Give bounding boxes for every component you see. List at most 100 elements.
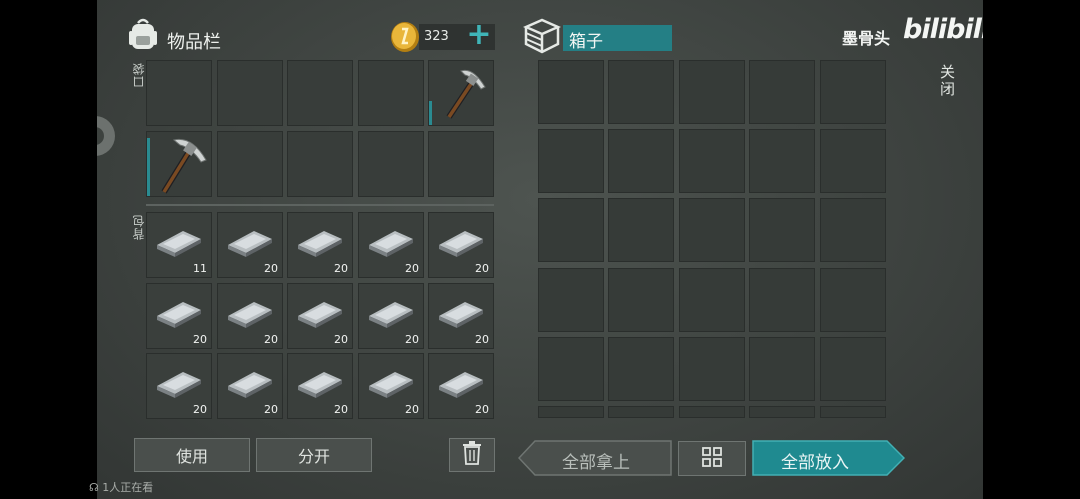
box-slot-27[interactable]: [608, 406, 674, 418]
item-count: 11: [193, 262, 207, 275]
coin-icon: [390, 21, 420, 53]
backpack-slot-14[interactable]: 20: [358, 353, 424, 419]
viewer-count-text: 1人正在看: [102, 481, 154, 494]
box-slot-10[interactable]: [820, 129, 886, 193]
iron-ingot-icon: [294, 223, 346, 267]
box-title-field[interactable]: 箱子: [563, 25, 672, 52]
box-title: 箱子: [569, 32, 603, 52]
pocket-slot-1[interactable]: [146, 60, 212, 126]
durability-bar: [147, 138, 150, 196]
box-slot-17[interactable]: [608, 268, 674, 332]
take-all-label: 全部拿上: [562, 453, 630, 473]
backpack-slot-2[interactable]: 20: [217, 212, 283, 278]
pocket-slot-10[interactable]: [428, 131, 494, 197]
viewer-count: ☊ 1人正在看: [89, 479, 153, 495]
iron-ingot-icon: [435, 364, 487, 408]
pocket-slot-6[interactable]: [146, 131, 212, 197]
box-slot-25[interactable]: [820, 337, 886, 401]
box-slot-14[interactable]: [749, 198, 815, 262]
backpack-slot-1[interactable]: 11: [146, 212, 212, 278]
box-slot-26[interactable]: [538, 406, 604, 418]
pocket-slot-7[interactable]: [217, 131, 283, 197]
box-slot-21[interactable]: [538, 337, 604, 401]
box-slot-30[interactable]: [820, 406, 886, 418]
backpack-slot-13[interactable]: 20: [287, 353, 353, 419]
box-slot-12[interactable]: [608, 198, 674, 262]
backpack-icon: [128, 17, 158, 51]
iron-ingot-icon: [294, 294, 346, 338]
backpack-slot-7[interactable]: 20: [217, 283, 283, 349]
pocket-slot-8[interactable]: [287, 131, 353, 197]
box-slot-4[interactable]: [749, 60, 815, 124]
box-slot-23[interactable]: [679, 337, 745, 401]
iron-ingot-icon: [365, 223, 417, 267]
backpack-slot-4[interactable]: 20: [358, 212, 424, 278]
box-slot-18[interactable]: [679, 268, 745, 332]
iron-ingot-icon: [365, 364, 417, 408]
box-slot-9[interactable]: [749, 129, 815, 193]
durability-bar: [429, 101, 432, 125]
pocket-slot-9[interactable]: [358, 131, 424, 197]
box-slot-16[interactable]: [538, 268, 604, 332]
box-slot-11[interactable]: [538, 198, 604, 262]
add-coins-button[interactable]: +: [465, 18, 493, 52]
box-slot-24[interactable]: [749, 337, 815, 401]
box-slot-2[interactable]: [608, 60, 674, 124]
iron-ingot-icon: [294, 364, 346, 408]
pickaxe-icon: [435, 63, 491, 127]
put-all-button[interactable]: 全部放入: [752, 440, 905, 476]
iron-ingot-icon: [153, 364, 205, 408]
pickaxe-icon: [152, 134, 210, 200]
item-count: 20: [405, 403, 419, 416]
item-count: 20: [193, 403, 207, 416]
split-button[interactable]: 分开: [256, 438, 372, 472]
box-slot-28[interactable]: [679, 406, 745, 418]
pocket-slot-4[interactable]: [358, 60, 424, 126]
use-button[interactable]: 使用: [134, 438, 250, 472]
iron-ingot-icon: [224, 223, 276, 267]
box-slot-3[interactable]: [679, 60, 745, 124]
box-slot-5[interactable]: [820, 60, 886, 124]
backpack-slot-8[interactable]: 20: [287, 283, 353, 349]
item-count: 20: [264, 333, 278, 346]
item-count: 20: [475, 262, 489, 275]
inventory-title: 物品栏: [167, 32, 221, 53]
box-slot-7[interactable]: [608, 129, 674, 193]
item-count: 20: [334, 262, 348, 275]
pocket-slot-2[interactable]: [217, 60, 283, 126]
box-slot-20[interactable]: [820, 268, 886, 332]
pocket-label: 口袋: [132, 62, 146, 88]
item-count: 20: [264, 403, 278, 416]
box-slot-13[interactable]: [679, 198, 745, 262]
box-slot-29[interactable]: [749, 406, 815, 418]
backpack-slot-10[interactable]: 20: [428, 283, 494, 349]
take-all-button[interactable]: 全部拿上: [518, 440, 672, 476]
pocket-slot-3[interactable]: [287, 60, 353, 126]
backpack-slot-6[interactable]: 20: [146, 283, 212, 349]
iron-ingot-icon: [435, 294, 487, 338]
item-count: 20: [334, 333, 348, 346]
iron-ingot-icon: [224, 364, 276, 408]
trash-icon: [462, 441, 482, 469]
backpack-slot-5[interactable]: 20: [428, 212, 494, 278]
close-button[interactable]: 关闭: [937, 64, 958, 98]
backpack-slot-9[interactable]: 20: [358, 283, 424, 349]
box-slot-19[interactable]: [749, 268, 815, 332]
box-slot-1[interactable]: [538, 60, 604, 124]
backpack-slot-12[interactable]: 20: [217, 353, 283, 419]
box-slot-6[interactable]: [538, 129, 604, 193]
delete-button[interactable]: [449, 438, 495, 472]
box-slot-22[interactable]: [608, 337, 674, 401]
box-slot-15[interactable]: [820, 198, 886, 262]
watermark-author: 墨骨头: [842, 29, 891, 48]
backpack-slot-15[interactable]: 20: [428, 353, 494, 419]
box-slot-8[interactable]: [679, 129, 745, 193]
sort-button[interactable]: [678, 441, 746, 476]
item-count: 20: [334, 403, 348, 416]
item-count: 20: [264, 262, 278, 275]
backpack-slot-3[interactable]: 20: [287, 212, 353, 278]
item-count: 20: [475, 403, 489, 416]
item-count: 20: [475, 333, 489, 346]
backpack-slot-11[interactable]: 20: [146, 353, 212, 419]
pocket-slot-5[interactable]: [428, 60, 494, 126]
